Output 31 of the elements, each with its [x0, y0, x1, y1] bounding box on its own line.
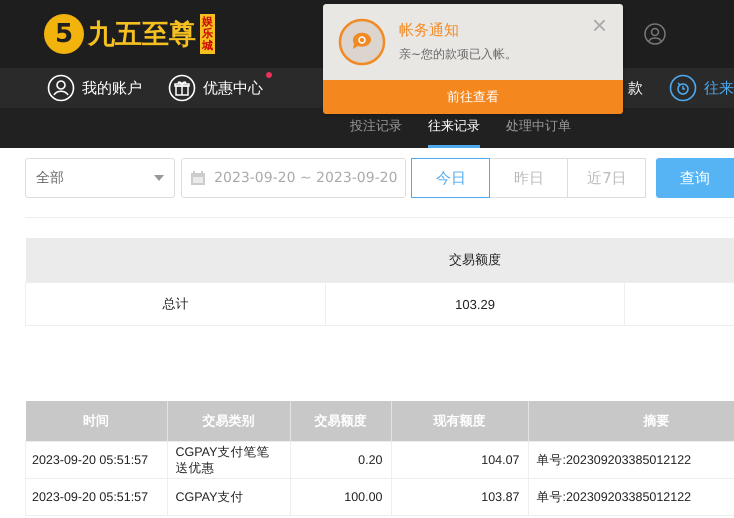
table-cell: 103.29 — [325, 282, 625, 326]
type-select[interactable]: 全部 — [25, 158, 176, 198]
nav-item[interactable]: 往来 — [669, 74, 734, 102]
clock-icon — [669, 74, 697, 102]
logo-emblem: 5 — [44, 14, 84, 54]
sub-tab[interactable]: 往来记录 — [428, 117, 480, 148]
gift-icon — [168, 74, 196, 102]
user-icon[interactable] — [644, 23, 666, 45]
table-cell: 103.87 — [391, 478, 528, 516]
sub-tab[interactable]: 投注记录 — [350, 117, 402, 148]
table-cell: 0.20 — [290, 442, 391, 478]
table-cell: 104.07 — [391, 442, 528, 478]
user-icon — [47, 74, 75, 102]
table-cell: 100.00 — [290, 478, 391, 516]
column-header: 交易额度 — [325, 238, 625, 282]
money-chat-icon — [338, 18, 386, 66]
table-cell: 总计 — [26, 282, 326, 326]
notification-title: 帐务通知 — [399, 21, 460, 40]
logo-badge: 娱乐城 — [200, 14, 215, 54]
sub-tab[interactable]: 处理中订单 — [506, 117, 571, 148]
nav-item[interactable]: 款 — [628, 78, 643, 98]
nav-item[interactable]: 我的账户 — [47, 74, 142, 102]
nav-item[interactable]: 优惠中心 — [168, 74, 263, 102]
table-cell: CGPAY支付 — [167, 478, 290, 516]
calendar-icon — [190, 170, 206, 186]
notification-message: 亲~您的款项已入帐。 — [399, 46, 518, 63]
table-cell: CGPAY支付笔笔送优惠 — [167, 442, 290, 478]
table-cell: 2023-09-20 05:51:57 — [26, 442, 167, 478]
table-cell: 2023-09-20 05:51:57 — [26, 478, 167, 516]
table-cell: 单号:202309203385012122 — [528, 442, 734, 478]
logo-text: 九五至尊 — [88, 18, 196, 52]
